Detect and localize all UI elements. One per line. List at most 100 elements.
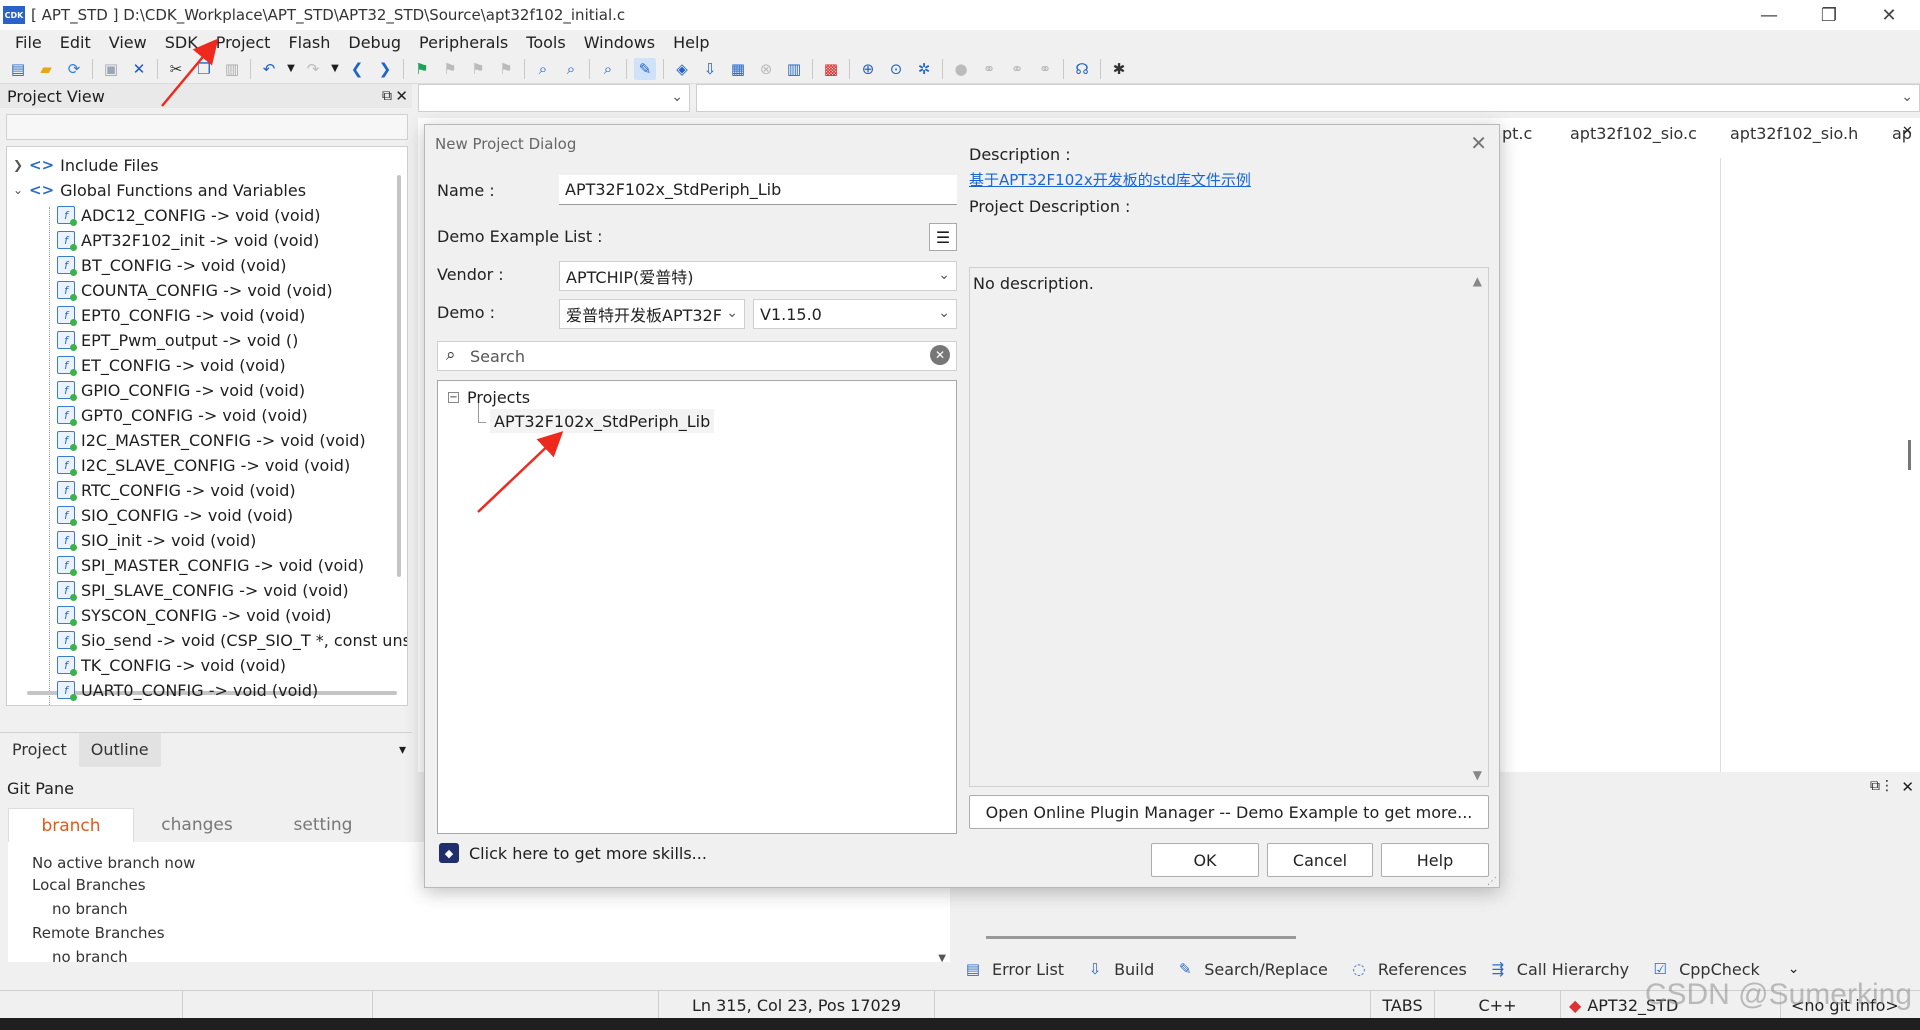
tree-item-function[interactable]: f APT32F102_init -> void (void): [57, 228, 319, 252]
bookmark-icon[interactable]: ⚑: [411, 58, 433, 80]
support-headset-icon[interactable]: ☊: [1071, 58, 1093, 80]
download-icon[interactable]: ⇩: [699, 58, 721, 80]
tab-error-list[interactable]: ▤ Error List: [964, 960, 1064, 979]
tree-item-include-files[interactable]: ❯ <> Include Files: [13, 153, 159, 177]
project-name-field[interactable]: APT32F102x_StdPeriph_Lib: [559, 175, 957, 205]
menu-help[interactable]: Help: [664, 33, 718, 52]
navigate-forward-icon[interactable]: ❯: [374, 58, 396, 80]
help-button[interactable]: Help: [1381, 843, 1489, 877]
output-scrollbar[interactable]: [986, 936, 1296, 939]
bookmark-next-icon[interactable]: ⚑: [467, 58, 489, 80]
menu-file[interactable]: File: [6, 33, 51, 52]
menu-sdk[interactable]: SDK: [156, 33, 207, 52]
tree-item-function[interactable]: f ADC12_CONFIG -> void (void): [57, 203, 321, 227]
wand-icon[interactable]: ✎: [634, 57, 656, 80]
tab-search-replace[interactable]: ✎ Search/Replace: [1176, 960, 1328, 979]
tree-item-function[interactable]: f I2C_MASTER_CONFIG -> void (void): [57, 428, 366, 452]
refresh-icon[interactable]: ⟳: [63, 58, 85, 80]
record-icon[interactable]: ●: [950, 58, 972, 80]
menu-view[interactable]: View: [100, 33, 156, 52]
chevron-down-icon[interactable]: ⌄: [1788, 961, 1800, 977]
link-icon[interactable]: ⚭: [978, 58, 1000, 80]
cancel-button[interactable]: Cancel: [1267, 843, 1373, 877]
tab-call-hierarchy[interactable]: ⇶ Call Hierarchy: [1489, 960, 1630, 979]
tree-item-function[interactable]: f I2C_SLAVE_CONFIG -> void (void): [57, 453, 350, 477]
unlink-icon[interactable]: ⚭: [1006, 58, 1028, 80]
list-view-icon[interactable]: ☰: [929, 223, 957, 251]
tree-vertical-scrollbar[interactable]: [397, 175, 401, 577]
open-plugin-manager-button[interactable]: Open Online Plugin Manager -- Demo Examp…: [969, 795, 1489, 829]
tab-branch[interactable]: branch: [8, 808, 134, 842]
editor-tab-partial[interactable]: pt.c: [1502, 118, 1532, 148]
search-symbol-icon[interactable]: ⌕: [597, 58, 619, 80]
demo-select[interactable]: 爱普特开发板APT32F1( ⌄: [559, 299, 745, 329]
close-panel-icon[interactable]: ✕: [395, 87, 408, 105]
editor-tab-sio-h[interactable]: apt32f102_sio.h: [1730, 118, 1858, 148]
description-link[interactable]: 基于APT32F102x开发板的std库文件示例: [969, 169, 1251, 190]
collapse-icon[interactable]: −: [448, 391, 459, 403]
tree-item-function[interactable]: f SIO_CONFIG -> void (void): [57, 503, 293, 527]
tab-project[interactable]: Project: [0, 733, 79, 767]
close-file-icon[interactable]: ✕: [128, 58, 150, 80]
tab-build[interactable]: ⇩ Build: [1086, 960, 1154, 979]
group-icon[interactable]: ⚭: [1034, 58, 1056, 80]
vendor-select[interactable]: APTCHIP(爱普特) ⌄: [559, 261, 957, 291]
chevron-down-icon[interactable]: ▾: [399, 742, 406, 758]
find-in-files-icon[interactable]: ⌕: [560, 58, 582, 80]
tree-item-function[interactable]: f TK_CONFIG -> void (void): [57, 653, 286, 677]
more-options-icon[interactable]: ⋮: [1880, 778, 1894, 794]
close-panel-icon[interactable]: ✕: [1901, 778, 1914, 796]
tree-item-function[interactable]: f ET_CONFIG -> void (void): [57, 353, 286, 377]
skills-hint[interactable]: ◆ Click here to get more skills...: [439, 843, 707, 863]
demo-search-field[interactable]: ⌕ Search ✕: [437, 341, 957, 371]
tree-item-function[interactable]: f SPI_MASTER_CONFIG -> void (void): [57, 553, 364, 577]
scroll-down-icon[interactable]: ▼: [1473, 768, 1482, 782]
float-panel-icon[interactable]: ⧉: [382, 88, 392, 104]
tab-changes[interactable]: changes: [134, 808, 260, 842]
tree-item-function[interactable]: f COUNTA_CONFIG -> void (void): [57, 278, 333, 302]
menu-edit[interactable]: Edit: [51, 33, 100, 52]
undo-icon[interactable]: ↶: [258, 58, 280, 80]
restore-icon[interactable]: ❐: [1806, 0, 1852, 30]
tabs-overflow-icon[interactable]: ✕: [1902, 124, 1913, 139]
menu-project[interactable]: Project: [207, 33, 280, 52]
clear-search-icon[interactable]: ✕: [930, 345, 950, 365]
minimize-icon[interactable]: —: [1746, 0, 1792, 30]
tab-setting[interactable]: setting: [260, 808, 386, 842]
menu-debug[interactable]: Debug: [339, 33, 410, 52]
menu-flash[interactable]: Flash: [279, 33, 339, 52]
cut-icon[interactable]: ✂: [165, 58, 187, 80]
editor-tab-sio-c[interactable]: apt32f102_sio.c: [1570, 118, 1697, 148]
tree-item-function[interactable]: f Sio_send -> void (CSP_SIO_T *, const un…: [57, 628, 407, 652]
tab-cppcheck[interactable]: ☑ CppCheck: [1651, 960, 1759, 979]
tree-item-function[interactable]: f SYSCON_CONFIG -> void (void): [57, 603, 332, 627]
tree-node-std-periph-lib[interactable]: APT32F102x_StdPeriph_Lib: [490, 409, 715, 433]
menu-windows[interactable]: Windows: [575, 33, 664, 52]
close-icon[interactable]: ✕: [1470, 131, 1487, 155]
stop-build-icon[interactable]: ⊗: [755, 58, 777, 80]
language-mode[interactable]: C++: [1434, 991, 1560, 1019]
symbol-selector[interactable]: ⌄: [696, 84, 1920, 112]
navigate-back-icon[interactable]: ❮: [346, 58, 368, 80]
redo-icon[interactable]: ↷: [302, 58, 324, 80]
paste-icon[interactable]: ▥: [221, 58, 243, 80]
debug-run-icon[interactable]: ⊙: [885, 58, 907, 80]
close-icon[interactable]: ✕: [1866, 0, 1912, 30]
tree-item-function[interactable]: f GPIO_CONFIG -> void (void): [57, 378, 305, 402]
flash-load-icon[interactable]: ▩: [820, 58, 842, 80]
menu-tools[interactable]: Tools: [517, 33, 574, 52]
menu-peripherals[interactable]: Peripherals: [410, 33, 517, 52]
tree-item-function[interactable]: f GPT0_CONFIG -> void (void): [57, 403, 308, 427]
ok-button[interactable]: OK: [1151, 843, 1259, 877]
project-view-filter[interactable]: [6, 114, 408, 140]
chevron-down-icon[interactable]: ⌄: [13, 183, 25, 197]
scroll-up-icon[interactable]: ▲: [1473, 274, 1482, 288]
tree-node-projects[interactable]: − Projects: [448, 385, 530, 409]
tab-outline[interactable]: Outline: [78, 732, 161, 767]
new-file-icon[interactable]: ▤: [7, 58, 29, 80]
open-folder-icon[interactable]: ▰: [35, 58, 57, 80]
resize-grip-icon[interactable]: ⋰: [1487, 876, 1497, 887]
clean-icon[interactable]: ▥: [783, 58, 805, 80]
float-panel-icon[interactable]: ⧉: [1870, 778, 1880, 794]
tree-item-function[interactable]: f EPT_Pwm_output -> void (): [57, 328, 298, 352]
